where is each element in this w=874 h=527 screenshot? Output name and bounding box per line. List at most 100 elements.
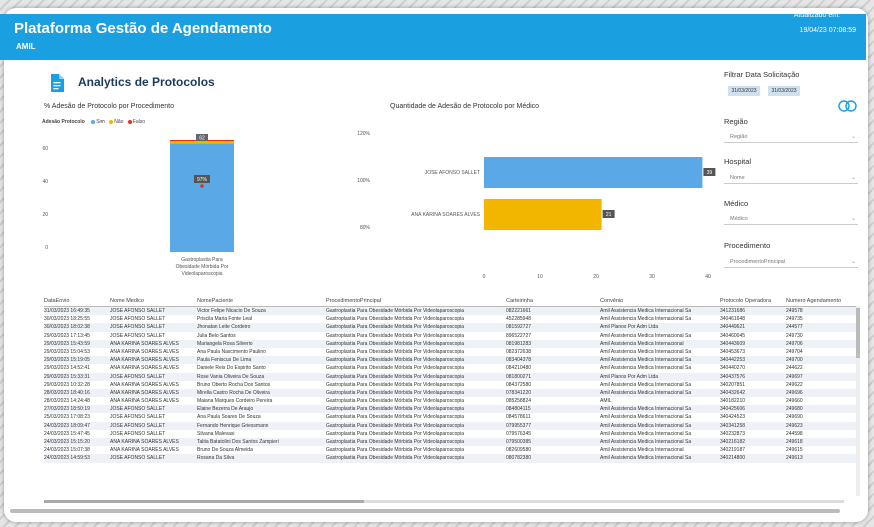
legend-sim-swatch	[91, 119, 96, 124]
table-row[interactable]: 28/03/2023 14:24:48 ANA KARINA SOARES ALV…	[44, 397, 860, 405]
table-cell: 249622	[786, 381, 803, 388]
y-tick-label: 0	[45, 245, 48, 251]
regiao-value: Região	[730, 134, 748, 140]
table-cell: Amil Assistencia Medica Internacional	[600, 447, 684, 454]
table-row[interactable]: 28/03/2023 18:40:16 ANA KARINA SOARES ALV…	[44, 388, 860, 398]
table-row[interactable]: 24/03/2023 18:09:47 JOSE AFONSO SALLET Fer…	[44, 421, 860, 430]
medico-select[interactable]: Médico ⌄	[724, 213, 858, 225]
table-row[interactable]: 31/03/2023 16:49:35 JOSE AFONSO SALLET Vic…	[44, 307, 860, 316]
data-label: 39	[707, 170, 713, 176]
table-cell: 29/03/2023 10:32:28	[44, 381, 90, 388]
table-header: DataEnvio Nome Medico NomePaciente Procedim…	[44, 296, 860, 307]
table-cell: ANA KARINA SOARES ALVES	[110, 398, 179, 405]
date-from-input[interactable]: 31/03/2023	[728, 86, 760, 96]
table-cell: JOSE AFONSO SALLET	[110, 414, 166, 421]
table-cell: 31/03/2023 16:49:35	[44, 308, 90, 314]
table-cell: Amil Assistencia Medica Internacional Sa	[600, 357, 692, 364]
table-cell: Julia Belo Santos	[197, 332, 236, 339]
table-cell: Gastroplastia Para Obesidade Mórbida Por…	[326, 316, 465, 323]
table-cell: 340437576	[720, 373, 746, 380]
hospital-label: Hospital	[724, 157, 752, 166]
date-to-input[interactable]: 31/03/2023	[768, 86, 800, 96]
hospital-select[interactable]: Nome ⌄	[724, 172, 858, 184]
table-cell: 25/03/2023 17:08:23	[44, 414, 90, 421]
table-cell: Gastroplastia Para Obesidade Mórbida Por…	[326, 308, 465, 314]
table-cell: 896522727	[506, 332, 532, 339]
horizontal-scrollbar[interactable]	[44, 500, 844, 503]
table-cell: Bruno Oberto Rocha Dos Santos	[197, 381, 271, 388]
table-cell: Amil Planos Por Adm Ltda	[600, 324, 659, 331]
table-cell: Priscila Maria Fonte Leal	[197, 316, 253, 323]
column-header[interactable]: Carteirinha	[506, 296, 598, 306]
table-cell: Gastroplastia Para Obesidade Mórbida Por…	[326, 324, 465, 331]
table-cell: Gastroplastia Para Obesidade Mórbida Por…	[326, 398, 465, 405]
procedimento-select[interactable]: ProcedimentoPrincipal ⌄	[724, 256, 858, 268]
y-tick-label: 40	[42, 179, 48, 185]
y-tick-label: 60	[42, 146, 48, 152]
table-cell: JOSE AFONSO SALLET	[110, 324, 166, 331]
column-header[interactable]: Nome Medico	[110, 296, 195, 306]
table-cell: Gastroplastia Para Obesidade Mórbida Por…	[326, 439, 465, 445]
column-header[interactable]: Convênio	[600, 296, 718, 306]
scroll-thumb[interactable]	[44, 500, 364, 503]
table-cell: Paula Feniscus De Lima	[197, 357, 252, 364]
vertical-scrollbar[interactable]	[856, 306, 860, 496]
table-row[interactable]: 27/03/2023 18:50:19 JOSE AFONSO SALLET Ela…	[44, 405, 860, 414]
data-label-top: 62	[199, 136, 205, 142]
page-scrollbar[interactable]	[10, 509, 840, 513]
table-cell: 249613	[786, 455, 803, 462]
table-cell: Gastroplastia Para Obesidade Mórbida Por…	[326, 373, 465, 380]
table-cell: 340460045	[720, 332, 746, 339]
y-tick-label: 20	[42, 212, 48, 218]
table-cell: 249615	[786, 447, 803, 454]
table-cell: 249697	[786, 373, 803, 380]
table-row[interactable]: 29/03/2023 15:33:31 JOSE AFONSO SALLET Ros…	[44, 372, 860, 381]
table-row[interactable]: 30/03/2023 18:25:55 JOSE AFONSO SALLET Pri…	[44, 315, 860, 323]
table-row[interactable]: 29/03/2023 15:04:53 ANA KARINA SOARES ALV…	[44, 348, 860, 356]
table-row[interactable]: 24/03/2023 15:07:38 ANA KARINA SOARES ALV…	[44, 446, 860, 454]
table-cell: 29/03/2023 17:13:45	[44, 332, 90, 339]
table-cell: 082609580	[506, 447, 532, 454]
table-cell: Gastroplastia Para Obesidade Mórbida Por…	[326, 414, 465, 421]
column-header[interactable]: NomePaciente	[197, 296, 324, 306]
table-row[interactable]: 29/03/2023 15:19:05 ANA KARINA SOARES ALV…	[44, 356, 860, 365]
table-row[interactable]: 30/03/2023 18:02:38 JOSE AFONSO SALLET Jho…	[44, 323, 860, 332]
legend-nao-swatch	[109, 119, 114, 124]
table-row[interactable]: 29/03/2023 17:13:45 JOSE AFONSO SALLET Jul…	[44, 332, 860, 340]
table-cell: Rosana Da Silva	[197, 455, 235, 462]
table-cell: 249623	[786, 422, 803, 429]
table-cell: 24/03/2023 15:47:45	[44, 430, 90, 437]
table-cell: 340442253	[720, 357, 746, 364]
table-cell: 249730	[786, 332, 803, 339]
chevron-down-icon: ⌄	[850, 216, 856, 222]
table-cell: 452285948	[506, 316, 532, 323]
regiao-select[interactable]: Região ⌄	[724, 131, 858, 143]
column-header[interactable]: Numero Agendamento	[786, 296, 856, 306]
y-category-label: ANA KARINA SOARES ALVES	[411, 212, 480, 218]
table-row[interactable]: 24/03/2023 15:47:45 JOSE AFONSO SALLET Sil…	[44, 430, 860, 438]
table-cell: 249660	[786, 398, 803, 405]
table-row[interactable]: 25/03/2023 17:08:23 JOSE AFONSO SALLET Ana…	[44, 413, 860, 421]
table-cell: Silvana Malevasi	[197, 430, 235, 437]
bar-segment-sim	[170, 143, 234, 252]
app-header: Plataforma Gestão de Agendamento AMIL At…	[0, 12, 866, 60]
table-cell: 340219187	[720, 447, 746, 454]
table-row[interactable]: 24/03/2023 14:59:53 JOSE AFONSO SALLET Ros…	[44, 454, 860, 463]
table-cell: Gastroplastia Para Obesidade Mórbida Por…	[326, 357, 465, 364]
table-cell: Rose Vania Oliveira De Souza	[197, 373, 265, 380]
scroll-thumb[interactable]	[856, 308, 860, 358]
table-row[interactable]: 24/03/2023 15:15:20 ANA KARINA SOARES ALV…	[44, 438, 860, 447]
table-row[interactable]: 29/03/2023 15:43:59 ANA KARINA SOARES ALV…	[44, 339, 860, 348]
legend-title: Adesão Protocolo	[42, 119, 85, 125]
table-cell: 340461648	[720, 316, 746, 323]
table-cell: Bruno De Souza Almeida	[197, 447, 253, 454]
table-row[interactable]: 29/03/2023 10:32:28 ANA KARINA SOARES ALV…	[44, 381, 860, 389]
column-header[interactable]: DataEnvio	[44, 296, 108, 306]
column-header[interactable]: ProcedimentoPrincipal	[326, 296, 504, 306]
column-header[interactable]: Protocolo Operadora	[720, 296, 784, 306]
table-cell: 340424523	[720, 414, 746, 421]
table-row[interactable]: 29/03/2023 14:52:41 ANA KARINA SOARES ALV…	[44, 364, 860, 372]
table-cell: Amil Assistencia Medica Internacional Sa	[600, 332, 692, 339]
chart1-legend: Adesão Protocolo Sim Não Falso	[42, 119, 145, 125]
toggle-icon[interactable]	[838, 100, 858, 112]
